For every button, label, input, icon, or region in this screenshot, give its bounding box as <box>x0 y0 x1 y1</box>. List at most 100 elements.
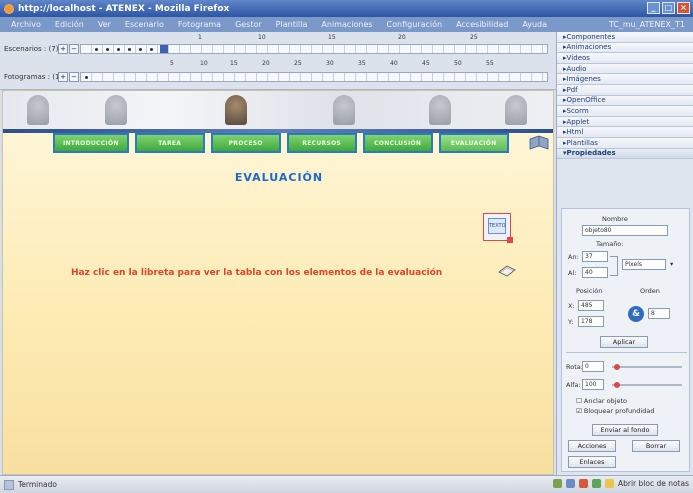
minimize-icon[interactable]: _ <box>647 2 660 14</box>
book-icon[interactable] <box>529 135 549 151</box>
menu-accesibilidad[interactable]: Accesibilidad <box>449 20 515 29</box>
scene-marker[interactable] <box>150 48 153 51</box>
status-tray: Abrir bloc de notas <box>552 479 689 488</box>
remove-escenario-button[interactable]: − <box>69 44 79 54</box>
menu-plantilla[interactable]: Plantilla <box>269 20 315 29</box>
maximize-icon[interactable]: □ <box>662 2 675 14</box>
an-input[interactable]: 37 <box>582 251 608 262</box>
current-scene-marker[interactable] <box>160 45 168 53</box>
ruler-escenarios: 1 10 15 20 25 <box>70 34 540 42</box>
bloquear-checkbox[interactable]: ☑ Bloquear profundidad <box>576 407 654 415</box>
tool-icon[interactable] <box>565 479 575 488</box>
section-applet[interactable]: ▸ Applet <box>557 116 693 128</box>
aspect-lock-icon[interactable] <box>610 256 618 276</box>
section-openoffice[interactable]: ▸ OpenOffice <box>557 95 693 107</box>
section-pdf[interactable]: ▸ Pdf <box>557 84 693 96</box>
security-icon[interactable] <box>591 479 601 488</box>
section-propiedades[interactable]: ▾ Propiedades <box>557 148 693 160</box>
alert-icon[interactable] <box>578 479 588 488</box>
notebook-icon[interactable] <box>497 263 517 279</box>
scene-marker[interactable] <box>117 48 120 51</box>
orden-input[interactable]: 8 <box>648 308 670 319</box>
chevron-down-icon[interactable]: ▾ <box>670 260 673 268</box>
section-scorm[interactable]: ▸ Scorm <box>557 106 693 117</box>
add-escenario-button[interactable]: + <box>58 44 68 54</box>
scene-marker[interactable] <box>106 48 109 51</box>
borrar-button[interactable]: Borrar <box>632 440 680 452</box>
menu-configuracion[interactable]: Configuración <box>380 20 450 29</box>
fotogramas-row: Fotogramas : (1) + − <box>0 70 556 84</box>
remove-fotograma-button[interactable]: − <box>69 72 79 82</box>
nav-tarea-button[interactable]: TAREA <box>134 133 205 153</box>
resize-handle[interactable] <box>507 237 513 243</box>
section-videos[interactable]: ▸ Vídeos <box>557 53 693 64</box>
section-html[interactable]: ▸ Html <box>557 127 693 138</box>
tray-text[interactable]: Abrir bloc de notas <box>618 479 689 488</box>
menu-archivo[interactable]: Archivo <box>4 20 48 29</box>
firefox-icon <box>4 3 14 14</box>
escenarios-track[interactable] <box>80 44 548 54</box>
ruler-tick: 20 <box>262 60 270 67</box>
fotogramas-track[interactable] <box>80 72 548 82</box>
nombre-input[interactable]: objeto80 <box>582 225 668 236</box>
y-label: Y: <box>568 318 574 326</box>
close-icon[interactable]: × <box>677 2 690 14</box>
status-bar: Terminado Abrir bloc de notas <box>0 475 693 493</box>
ruler-fotogramas: 5 10 15 20 25 30 35 40 45 50 55 <box>70 60 540 68</box>
acciones-button[interactable]: Acciones <box>568 440 616 452</box>
y-input[interactable]: 178 <box>578 316 604 327</box>
menu-escenario[interactable]: Escenario <box>118 20 171 29</box>
bust-image <box>429 95 451 125</box>
section-plantillas[interactable]: ▸ Plantillas <box>557 137 693 149</box>
notepad-icon[interactable] <box>604 479 614 488</box>
alfa-slider-knob[interactable] <box>614 382 620 388</box>
nav-evaluacion-button[interactable]: EVALUACIÓN <box>438 133 509 153</box>
frame-marker[interactable] <box>85 76 88 79</box>
scene-marker[interactable] <box>95 48 98 51</box>
scene-marker[interactable] <box>139 48 142 51</box>
ruler-tick: 20 <box>398 34 406 41</box>
stage-canvas[interactable]: INTRODUCCIÓN TAREA PROCESO RECURSOS CONC… <box>2 90 554 475</box>
section-label: Applet <box>566 117 590 126</box>
rota-slider[interactable] <box>612 366 682 368</box>
al-input[interactable]: 40 <box>582 267 608 278</box>
order-icon[interactable]: & <box>628 306 644 322</box>
enlaces-button[interactable]: Enlaces <box>568 456 616 468</box>
menu-fotograma[interactable]: Fotograma <box>171 20 228 29</box>
section-animaciones[interactable]: ▸ Animaciones <box>557 42 693 54</box>
unit-select[interactable]: Pixels <box>622 259 666 270</box>
enviar-fondo-button[interactable]: Enviar al fondo <box>592 424 658 436</box>
menu-animaciones[interactable]: Animaciones <box>314 20 379 29</box>
page-title: EVALUACIÓN <box>234 171 324 184</box>
ruler-tick: 15 <box>230 60 238 67</box>
menu-ayuda[interactable]: Ayuda <box>515 20 554 29</box>
section-imagenes[interactable]: ▸ Imágenes <box>557 74 693 85</box>
properties-panel: Nombre objeto80 Tamaño: An: 37 Al: 40 Pi… <box>561 208 690 472</box>
ruler-tick: 35 <box>358 60 366 67</box>
nav-recursos-button[interactable]: RECURSOS <box>286 133 357 153</box>
scene-marker[interactable] <box>128 48 131 51</box>
menu-edicion[interactable]: Edición <box>48 20 91 29</box>
bust-image <box>333 95 355 125</box>
ruler-tick: 25 <box>294 60 302 67</box>
nav-proceso-button[interactable]: PROCESO <box>210 133 281 153</box>
anclar-checkbox[interactable]: ☐ Anclar objeto <box>576 397 627 405</box>
nav-introduccion-button[interactable]: INTRODUCCIÓN <box>53 133 129 153</box>
ruler-tick: 5 <box>170 60 174 67</box>
section-audio[interactable]: ▸ Audio <box>557 63 693 75</box>
menu-ver[interactable]: Ver <box>91 20 118 29</box>
menu-gestor[interactable]: Gestor <box>228 20 269 29</box>
addon-icon[interactable] <box>552 479 562 488</box>
x-input[interactable]: 485 <box>578 300 604 311</box>
aplicar-button[interactable]: Aplicar <box>600 336 648 348</box>
alfa-slider[interactable] <box>612 384 682 386</box>
nav-conclusion-button[interactable]: CONCLUSIÓN <box>362 133 433 153</box>
section-componentes[interactable]: ▸ Componentes <box>557 32 693 43</box>
selected-text-object[interactable]: TEXTO <box>483 213 513 243</box>
bloquear-label: Bloquear profundidad <box>583 407 655 415</box>
add-fotograma-button[interactable]: + <box>58 72 68 82</box>
page-status-icon <box>4 479 14 490</box>
rota-slider-knob[interactable] <box>614 364 620 370</box>
rota-input[interactable]: 0 <box>582 361 604 372</box>
alfa-input[interactable]: 100 <box>582 379 604 390</box>
